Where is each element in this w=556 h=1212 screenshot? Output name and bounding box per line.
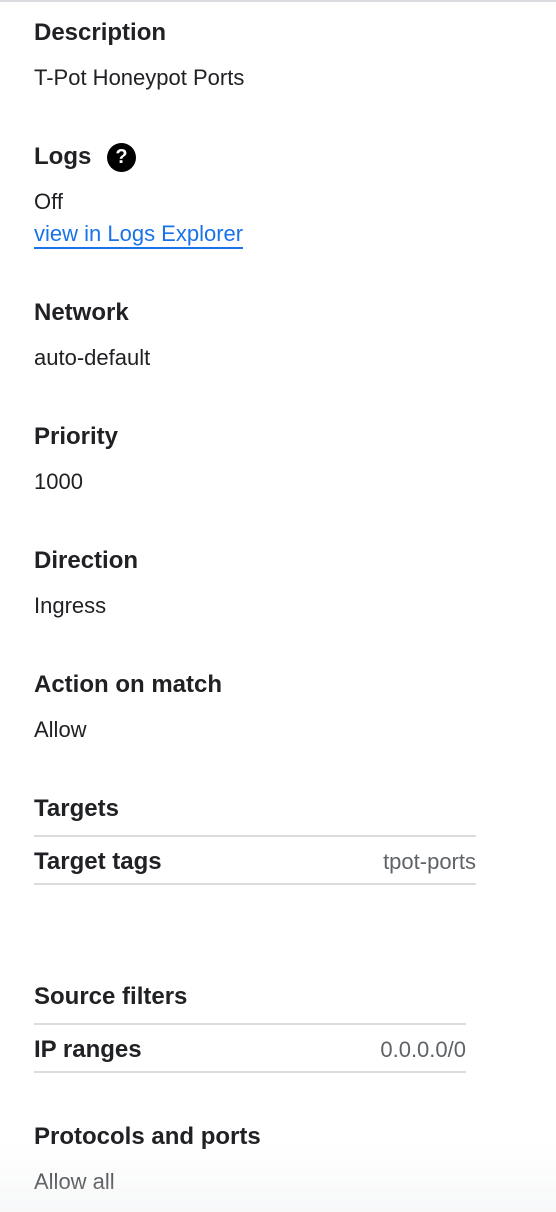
protocols-and-ports-value: Allow all <box>34 1169 115 1194</box>
target-tags-value: tpot-ports <box>383 849 476 874</box>
source-filters-divider-bottom <box>34 1071 466 1073</box>
direction-value: Ingress <box>34 593 107 618</box>
priority-value: 1000 <box>34 469 83 494</box>
protocols-and-ports-label: Protocols and ports <box>34 1123 261 1150</box>
target-tags-label: Target tags <box>34 848 162 875</box>
source-filters-divider-top <box>34 1023 466 1025</box>
action-on-match-label: Action on match <box>34 671 223 698</box>
network-value: auto-default <box>34 345 151 370</box>
source-filters-label: Source filters <box>34 983 188 1010</box>
view-in-logs-explorer-link[interactable]: view in Logs Explorer <box>34 221 244 249</box>
priority-label: Priority <box>34 423 119 450</box>
targets-label: Targets <box>34 795 119 822</box>
top-divider <box>0 0 556 2</box>
ip-ranges-value: 0.0.0.0/0 <box>380 1037 466 1062</box>
targets-divider-top <box>34 835 476 837</box>
network-label: Network <box>34 299 129 326</box>
direction-label: Direction <box>34 547 139 574</box>
description-label: Description <box>34 19 167 46</box>
action-on-match-value: Allow <box>34 717 87 742</box>
logs-label: Logs <box>34 143 92 170</box>
targets-divider-bottom <box>34 883 476 885</box>
description-value: T-Pot Honeypot Ports <box>34 65 245 90</box>
logs-value: Off <box>34 189 63 214</box>
ip-ranges-label: IP ranges <box>34 1036 142 1063</box>
help-circle-icon[interactable]: ? <box>107 143 136 172</box>
